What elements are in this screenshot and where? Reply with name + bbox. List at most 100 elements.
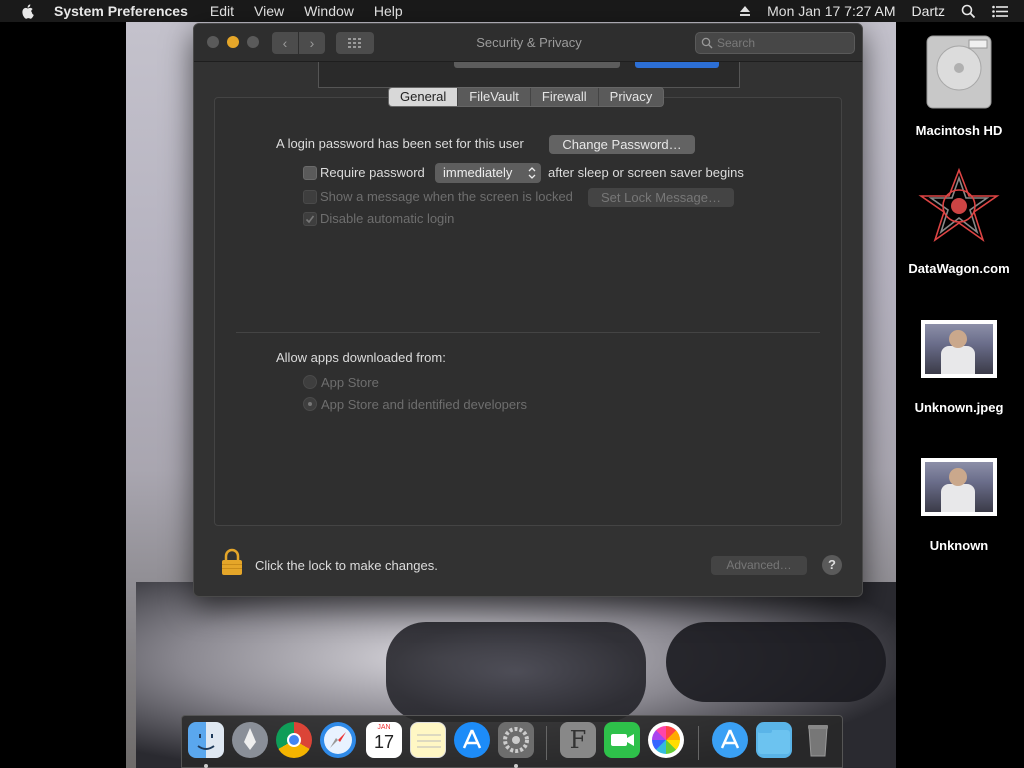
advanced-button[interactable]: Advanced…	[711, 556, 807, 575]
minimize-button[interactable]	[227, 36, 239, 48]
disable-auto-login-checkbox[interactable]	[303, 212, 317, 226]
search-input[interactable]	[717, 35, 851, 51]
notes-icon[interactable]	[410, 722, 446, 758]
video-camera-icon	[611, 734, 634, 746]
app-store-a-icon	[462, 729, 482, 749]
finder-icon[interactable]	[188, 722, 224, 768]
help-button[interactable]: ?	[822, 555, 842, 575]
checkmark-icon	[305, 215, 315, 224]
lock-icon[interactable]	[220, 548, 244, 576]
window-titlebar[interactable]: ‹ › Security & Privacy	[194, 24, 862, 62]
menu-clock[interactable]: Mon Jan 17 7:27 AM	[767, 3, 895, 19]
menu-user[interactable]: Dartz	[912, 3, 945, 19]
change-password-button[interactable]: Change Password…	[549, 135, 695, 154]
section-divider	[236, 332, 820, 333]
desktop-icon-label: Macintosh HD	[915, 123, 1003, 138]
window-title: Security & Privacy	[476, 35, 582, 50]
login-password-text: A login password has been set for this u…	[276, 136, 524, 151]
safari-icon[interactable]	[320, 722, 356, 758]
calendar-month: JAN	[377, 724, 391, 731]
notification-center-icon[interactable]	[992, 5, 1008, 18]
folder-icon	[758, 727, 790, 754]
compass-icon	[324, 726, 352, 754]
launchpad-icon[interactable]	[232, 722, 268, 758]
desktop-icon-label: Unknown	[929, 538, 989, 553]
system-preferences-icon[interactable]	[498, 722, 534, 768]
radio-identified-developers[interactable]	[303, 397, 317, 411]
app-store-downloads-icon[interactable]	[712, 722, 748, 758]
tab-privacy[interactable]: Privacy	[599, 88, 664, 106]
image-thumbnail-icon	[921, 458, 997, 516]
tab-firewall[interactable]: Firewall	[531, 88, 599, 106]
tab-bar: General FileVault Firewall Privacy	[388, 87, 665, 107]
allow-apps-label: Allow apps downloaded from:	[276, 350, 446, 365]
close-button[interactable]	[207, 36, 219, 48]
require-password-checkbox[interactable]	[303, 166, 317, 180]
apple-menu-icon[interactable]	[20, 3, 36, 19]
app-store-a-icon	[720, 729, 740, 749]
security-privacy-window: ‹ › Security & Privacy Gener	[193, 23, 863, 597]
zoom-button[interactable]	[247, 36, 259, 48]
require-password-label: Require password	[320, 165, 425, 180]
image-thumbnail-icon	[921, 320, 997, 378]
rocket-icon	[244, 728, 256, 750]
menu-view[interactable]: View	[254, 3, 284, 19]
gear-icon	[503, 727, 529, 753]
spotlight-search-icon[interactable]	[961, 4, 976, 19]
back-button[interactable]: ‹	[272, 32, 298, 54]
chrome-icon[interactable]	[276, 722, 312, 758]
calendar-icon[interactable]: JAN 17	[366, 722, 402, 758]
menu-bar: System Preferences Edit View Window Help…	[0, 0, 1024, 22]
font-app-letter: F	[569, 726, 587, 754]
desktop-icon-macintosh-hd[interactable]: Macintosh HD	[900, 32, 1018, 138]
after-sleep-text: after sleep or screen saver begins	[548, 165, 744, 180]
menu-edit[interactable]: Edit	[210, 3, 234, 19]
downloads-folder-icon[interactable]	[756, 722, 792, 758]
require-password-value: immediately	[443, 165, 513, 180]
menu-help[interactable]: Help	[374, 3, 403, 19]
forward-button[interactable]: ›	[299, 32, 325, 54]
lock-text: Click the lock to make changes.	[255, 558, 438, 573]
grid-icon	[348, 38, 361, 48]
photos-icon[interactable]	[648, 722, 684, 758]
desktop-icon-unknown-jpeg[interactable]: Unknown.jpeg	[900, 320, 1018, 415]
sheet-remnant	[318, 62, 740, 88]
datawagon-logo-icon	[918, 167, 1000, 243]
app-store-icon[interactable]	[454, 722, 490, 758]
search-icon	[701, 37, 713, 49]
sheet-button-gray[interactable]	[454, 62, 620, 68]
desktop-icon-datawagon[interactable]: DataWagon.com	[900, 166, 1018, 276]
calendar-day: 17	[373, 732, 395, 752]
tab-general[interactable]: General	[389, 88, 459, 106]
radio-app-store[interactable]	[303, 375, 317, 389]
set-lock-message-button[interactable]: Set Lock Message…	[588, 188, 734, 207]
radio-identified-label: App Store and identified developers	[321, 397, 527, 412]
dock: JAN 17 F	[181, 715, 843, 768]
trash-icon[interactable]	[800, 722, 836, 758]
chevron-left-icon: ‹	[282, 35, 288, 51]
desktop-icon-unknown[interactable]: Unknown	[900, 458, 1018, 553]
menu-window[interactable]: Window	[304, 3, 354, 19]
desktop-icon-label: DataWagon.com	[908, 261, 1010, 276]
radio-app-store-label: App Store	[321, 375, 379, 390]
notes-lines-icon	[417, 734, 441, 748]
eject-icon[interactable]	[739, 5, 751, 17]
chevron-right-icon: ›	[309, 35, 315, 51]
disable-auto-login-label: Disable automatic login	[320, 211, 455, 226]
tab-panel	[214, 97, 842, 526]
font-book-icon[interactable]: F	[560, 722, 596, 758]
trash-can-icon	[808, 725, 828, 757]
finder-face-icon	[197, 734, 215, 750]
show-message-checkbox[interactable]	[303, 190, 317, 204]
show-message-label: Show a message when the screen is locked	[320, 189, 573, 204]
tab-filevault[interactable]: FileVault	[458, 88, 531, 106]
dock-separator	[698, 726, 699, 760]
chevron-updown-icon	[528, 167, 536, 179]
require-password-select[interactable]: immediately	[435, 163, 541, 183]
dock-separator	[546, 726, 547, 760]
sheet-button-blue[interactable]	[635, 62, 719, 68]
search-field[interactable]	[695, 32, 855, 54]
show-all-button[interactable]	[336, 32, 374, 54]
facetime-icon[interactable]	[604, 722, 640, 758]
menu-app-name[interactable]: System Preferences	[54, 3, 188, 19]
